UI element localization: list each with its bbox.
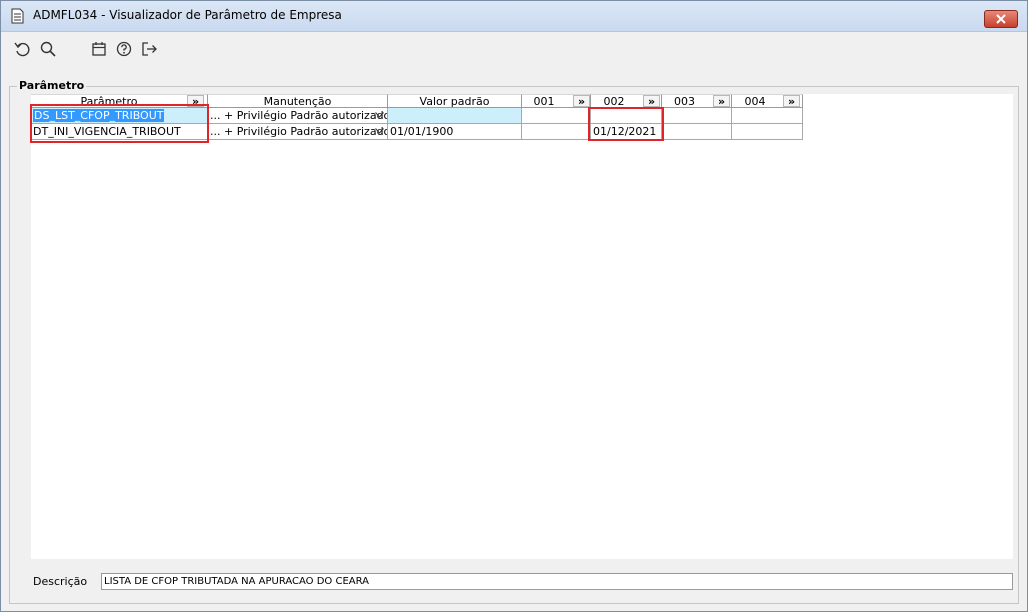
header-004-label: 004 (744, 95, 766, 108)
expand-004-button[interactable]: » (783, 95, 800, 107)
title-bar: ADMFL034 - Visualizador de Parâmetro de … (1, 1, 1027, 32)
close-icon (996, 14, 1006, 24)
cell-row2-003[interactable] (662, 124, 732, 140)
calendar-icon[interactable] (91, 41, 107, 57)
highlight-box-002 (588, 107, 664, 141)
cell-row1-003[interactable] (662, 108, 732, 124)
header-001-label: 001 (533, 95, 555, 108)
close-button[interactable] (984, 10, 1018, 28)
refresh-icon[interactable] (14, 41, 30, 57)
header-valor-padrao[interactable]: Valor padrão (388, 94, 522, 108)
highlight-box-parameters (30, 104, 209, 143)
chevron-down-icon[interactable] (375, 112, 384, 118)
description-label: Descrição (33, 575, 88, 588)
cell-row2-valor-padrao[interactable]: 01/01/1900 (388, 124, 522, 140)
header-003-label: 003 (674, 95, 695, 108)
row1-manutencao-value: ... + Privilégio Padrão autorizado (210, 109, 388, 122)
description-field[interactable]: LISTA DE CFOP TRIBUTADA NA APURACAO DO C… (101, 573, 1013, 590)
expand-003-button[interactable]: » (713, 95, 730, 107)
header-manutencao[interactable]: Manutenção (208, 94, 388, 108)
search-icon[interactable] (40, 41, 56, 57)
cell-row2-manutencao[interactable]: ... + Privilégio Padrão autorizado (208, 124, 388, 140)
help-icon[interactable] (116, 41, 132, 57)
window-title: ADMFL034 - Visualizador de Parâmetro de … (33, 8, 342, 22)
cell-row2-001[interactable] (522, 124, 591, 140)
row2-manutencao-value: ... + Privilégio Padrão autorizado (210, 125, 388, 138)
app-window: ADMFL034 - Visualizador de Parâmetro de … (0, 0, 1028, 612)
parameter-grid (31, 94, 1013, 559)
exit-icon[interactable] (141, 41, 157, 57)
expand-002-button[interactable]: » (643, 95, 660, 107)
document-icon (11, 8, 24, 24)
cell-row1-manutencao[interactable]: ... + Privilégio Padrão autorizado (208, 108, 388, 124)
chevron-down-icon[interactable] (375, 128, 384, 134)
cell-row2-004[interactable] (732, 124, 803, 140)
cell-row1-001[interactable] (522, 108, 591, 124)
cell-row1-valor-padrao[interactable] (388, 108, 522, 124)
group-label: Parâmetro (17, 79, 87, 92)
expand-001-button[interactable]: » (573, 95, 590, 107)
toolbar (1, 32, 1027, 64)
cell-row1-004[interactable] (732, 108, 803, 124)
